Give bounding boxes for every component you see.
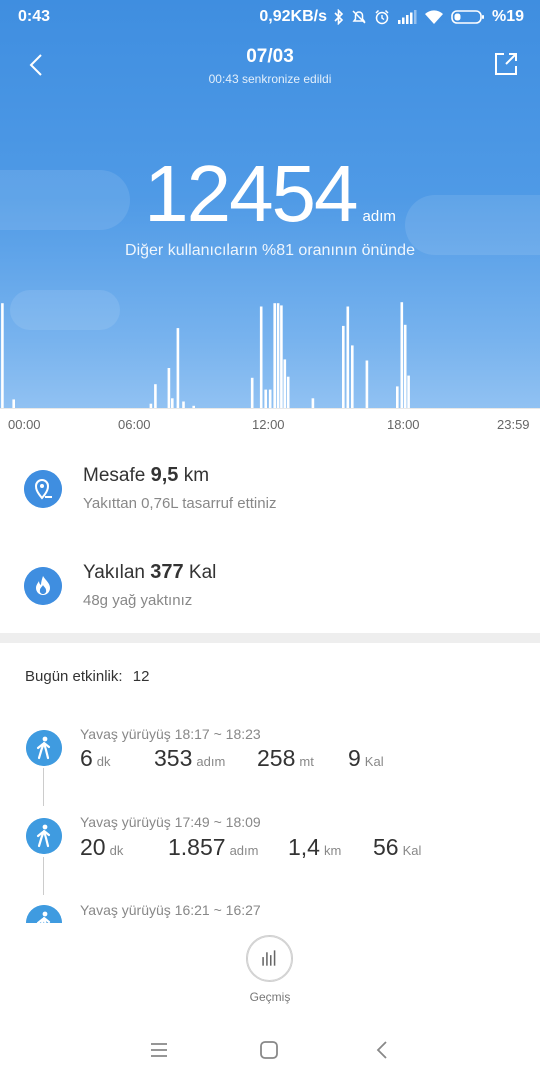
walking-icon: [26, 730, 62, 766]
history-label[interactable]: Geçmiş: [0, 990, 540, 1004]
calories-value: 377: [150, 561, 184, 583]
x-tick-label: 00:00: [8, 417, 41, 432]
alarm-icon: [375, 9, 389, 25]
calories-row: Yakılan 377 Kal 48g yağ yaktınız: [0, 540, 540, 636]
distance-title: Mesafe 9,5 km: [83, 464, 209, 487]
step-total: 12454 adım: [0, 148, 540, 240]
activity-duration: 20 dk: [80, 834, 124, 860]
bluetooth-icon: [334, 9, 344, 25]
step-bar: [403, 324, 407, 408]
activity-calories: 9 Kal: [348, 745, 384, 771]
page-title: 07/03: [246, 46, 294, 67]
step-bar: [259, 306, 263, 408]
step-bar: [280, 305, 283, 408]
home-icon[interactable]: [256, 1037, 282, 1063]
activity-title: Yavaş yürüyüş 16:21 ~ 16:27: [80, 902, 261, 918]
step-bar: [264, 389, 267, 408]
distance-value: 9,5: [150, 464, 179, 486]
back-nav-icon[interactable]: [370, 1037, 396, 1063]
step-bar: [154, 384, 157, 408]
bar-chart-icon: [262, 957, 264, 966]
status-bar: 0:43 0,92KB/s %19: [0, 0, 540, 34]
timeline-connector: [43, 768, 44, 806]
chart-time-axis: 00:00 06:00 12:00 18:00 23:59: [0, 408, 540, 438]
battery-level: %19: [491, 8, 524, 25]
step-bar: [276, 303, 280, 408]
step-bar: [283, 359, 287, 408]
walking-icon: [26, 905, 62, 923]
activity-steps: 353 adım: [154, 745, 226, 771]
x-tick-label: 06:00: [118, 417, 151, 432]
step-bar: [400, 302, 404, 408]
activity-count: Bugün etkinlik: 12: [25, 668, 149, 685]
history-button[interactable]: [246, 935, 293, 982]
step-chart[interactable]: [0, 300, 540, 408]
step-bar: [250, 377, 254, 408]
activity-title: Yavaş yürüyüş 18:17 ~ 18:23: [80, 726, 261, 742]
step-bar: [407, 375, 410, 408]
step-bar: [167, 368, 171, 408]
step-bar: [311, 398, 315, 408]
battery-icon: [451, 10, 484, 24]
flame-icon: [24, 567, 62, 605]
calories-sub: 48g yağ yaktınız: [83, 592, 193, 609]
x-tick-label: 12:00: [252, 417, 285, 432]
activity-distance: 1,4 km: [288, 834, 342, 860]
location-pin-icon: [24, 470, 62, 508]
net-speed: 0,92KB/s: [259, 8, 327, 25]
calories-title: Yakılan 377 Kal: [83, 561, 216, 584]
share-button[interactable]: [492, 50, 520, 78]
signal-icon: [397, 10, 417, 24]
timeline-connector: [43, 857, 44, 895]
step-unit: adım: [362, 208, 396, 225]
step-bar: [346, 306, 350, 408]
mute-icon: [352, 10, 366, 24]
step-bar: [176, 328, 180, 408]
step-bar: [351, 345, 354, 408]
distance-unit: km: [183, 465, 210, 486]
walking-icon: [26, 818, 62, 854]
step-bar: [342, 325, 345, 408]
step-bar: [12, 399, 15, 408]
calories-label: Yakılan: [83, 562, 145, 583]
summary-header: 0:43 0,92KB/s %19 07/03 00:43 senkronize…: [0, 0, 540, 438]
step-bar: [396, 386, 399, 408]
sync-status: 00:43 senkronize edildi: [208, 72, 332, 86]
x-tick-label: 18:00: [387, 417, 420, 432]
step-bar: [365, 360, 369, 408]
activity-steps: 1.857 adım: [168, 834, 259, 860]
step-bar: [1, 303, 4, 408]
activity-calories: 56 Kal: [373, 834, 422, 860]
step-bar: [286, 376, 290, 408]
activity-duration: 6 dk: [80, 745, 111, 771]
rank-text: Diğer kullanıcıların %81 oranının önünde: [125, 242, 415, 259]
wifi-icon: [424, 10, 443, 24]
menu-icon[interactable]: [146, 1037, 172, 1063]
step-count: 12454: [144, 149, 358, 238]
distance-row: Mesafe 9,5 km Yakıttan 0,76L tasarruf et…: [0, 442, 540, 538]
activity-title: Yavaş yürüyüş 17:49 ~ 18:09: [80, 814, 261, 830]
step-bar: [171, 398, 174, 408]
activity-count-label: Bugün etkinlik:: [25, 668, 123, 685]
activity-item[interactable]: Yavaş yürüyüş 16:21 ~ 16:27: [0, 895, 540, 923]
step-bar: [273, 303, 276, 408]
distance-label: Mesafe: [83, 465, 146, 486]
calories-unit: Kal: [188, 562, 217, 583]
step-bar: [268, 389, 272, 408]
activity-count-value: 12: [132, 668, 150, 685]
activity-distance: 258 mt: [257, 745, 314, 771]
system-navigation-bar: [0, 1020, 540, 1080]
x-tick-label: 23:59: [497, 417, 530, 432]
distance-sub: Yakıttan 0,76L tasarruf ettiniz: [83, 495, 277, 512]
section-divider: [0, 633, 540, 643]
status-time: 0:43: [18, 8, 51, 25]
